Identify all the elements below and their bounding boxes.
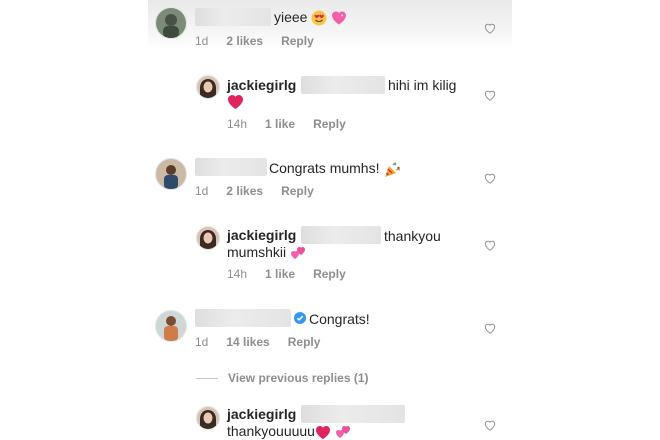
avatar[interactable] — [196, 406, 220, 430]
divider — [196, 377, 218, 379]
likes-count-link[interactable]: 1 like — [265, 267, 295, 281]
heart-outline-icon[interactable] — [483, 171, 497, 185]
view-previous-replies-label: View previous replies (1) — [228, 371, 369, 385]
red-heart-emoji-icon — [228, 95, 243, 110]
reply-button[interactable]: Reply — [313, 267, 346, 281]
blurred-mention — [301, 405, 405, 423]
blurred-username — [195, 158, 267, 176]
heart-eyes-emoji-icon — [311, 10, 327, 26]
comment-meta: 14h 1 like Reply — [227, 117, 346, 131]
likes-count-link[interactable]: 2 likes — [226, 34, 263, 48]
red-heart-emoji-icon — [315, 425, 330, 439]
comment-username[interactable]: jackiegirlg — [227, 77, 296, 93]
comment-text: yieee — [274, 8, 347, 26]
reply-button[interactable]: Reply — [281, 184, 314, 198]
avatar[interactable] — [196, 226, 220, 250]
avatar[interactable] — [196, 75, 220, 99]
party-popper-emoji-icon — [385, 162, 401, 177]
comment-text-emoji — [227, 92, 244, 110]
right-margin — [512, 0, 660, 440]
avatar[interactable] — [155, 7, 187, 39]
comment-time: 1d — [195, 34, 209, 48]
view-previous-replies-button[interactable]: View previous replies (1) — [196, 371, 369, 385]
two-hearts-emoji-icon — [291, 246, 306, 259]
verified-badge-icon — [294, 312, 306, 324]
heart-outline-icon[interactable] — [483, 238, 497, 252]
comment-text-line2: thankyouuuuu — [227, 422, 351, 440]
blurred-username — [195, 8, 271, 26]
comment-username[interactable]: jackiegirlg — [227, 406, 296, 422]
blurred-mention — [301, 226, 381, 244]
comment-time: 14h — [227, 117, 248, 131]
blurred-username — [195, 309, 291, 327]
heart-outline-icon[interactable] — [483, 321, 497, 335]
comment-text: thankyou — [384, 228, 441, 244]
comment-text: hihi im kilig — [388, 77, 457, 93]
comment-text: Congrats mumhs! — [269, 159, 401, 178]
heart-outline-icon[interactable] — [483, 88, 497, 102]
left-margin — [0, 0, 148, 440]
reply-button[interactable]: Reply — [313, 117, 346, 131]
heart-outline-icon[interactable] — [483, 418, 497, 432]
two-hearts-emoji-icon — [335, 425, 350, 438]
heart-outline-icon[interactable] — [483, 21, 497, 35]
likes-count-link[interactable]: 2 likes — [226, 184, 263, 198]
comment-time: 1d — [195, 335, 209, 349]
comment-meta: 1d 14 likes Reply — [195, 335, 320, 349]
comment-meta: 1d 2 likes Reply — [195, 184, 314, 198]
comment-meta: 14h 1 like Reply — [227, 267, 346, 281]
sparkling-heart-emoji-icon — [332, 11, 347, 25]
comment-username[interactable]: jackiegirlg — [227, 227, 296, 243]
reply-button[interactable]: Reply — [281, 34, 314, 48]
comment-time: 1d — [195, 184, 209, 198]
avatar[interactable] — [155, 158, 187, 190]
comment-time: 14h — [227, 267, 248, 281]
blurred-mention — [301, 76, 385, 94]
reply-button[interactable]: Reply — [288, 335, 321, 349]
likes-count-link[interactable]: 14 likes — [226, 335, 269, 349]
comment-text-line2: mumshkii — [227, 243, 306, 261]
comment-text: Congrats! — [309, 311, 370, 327]
avatar[interactable] — [155, 310, 187, 342]
likes-count-link[interactable]: 1 like — [265, 117, 295, 131]
comment-meta: 1d 2 likes Reply — [195, 34, 314, 48]
